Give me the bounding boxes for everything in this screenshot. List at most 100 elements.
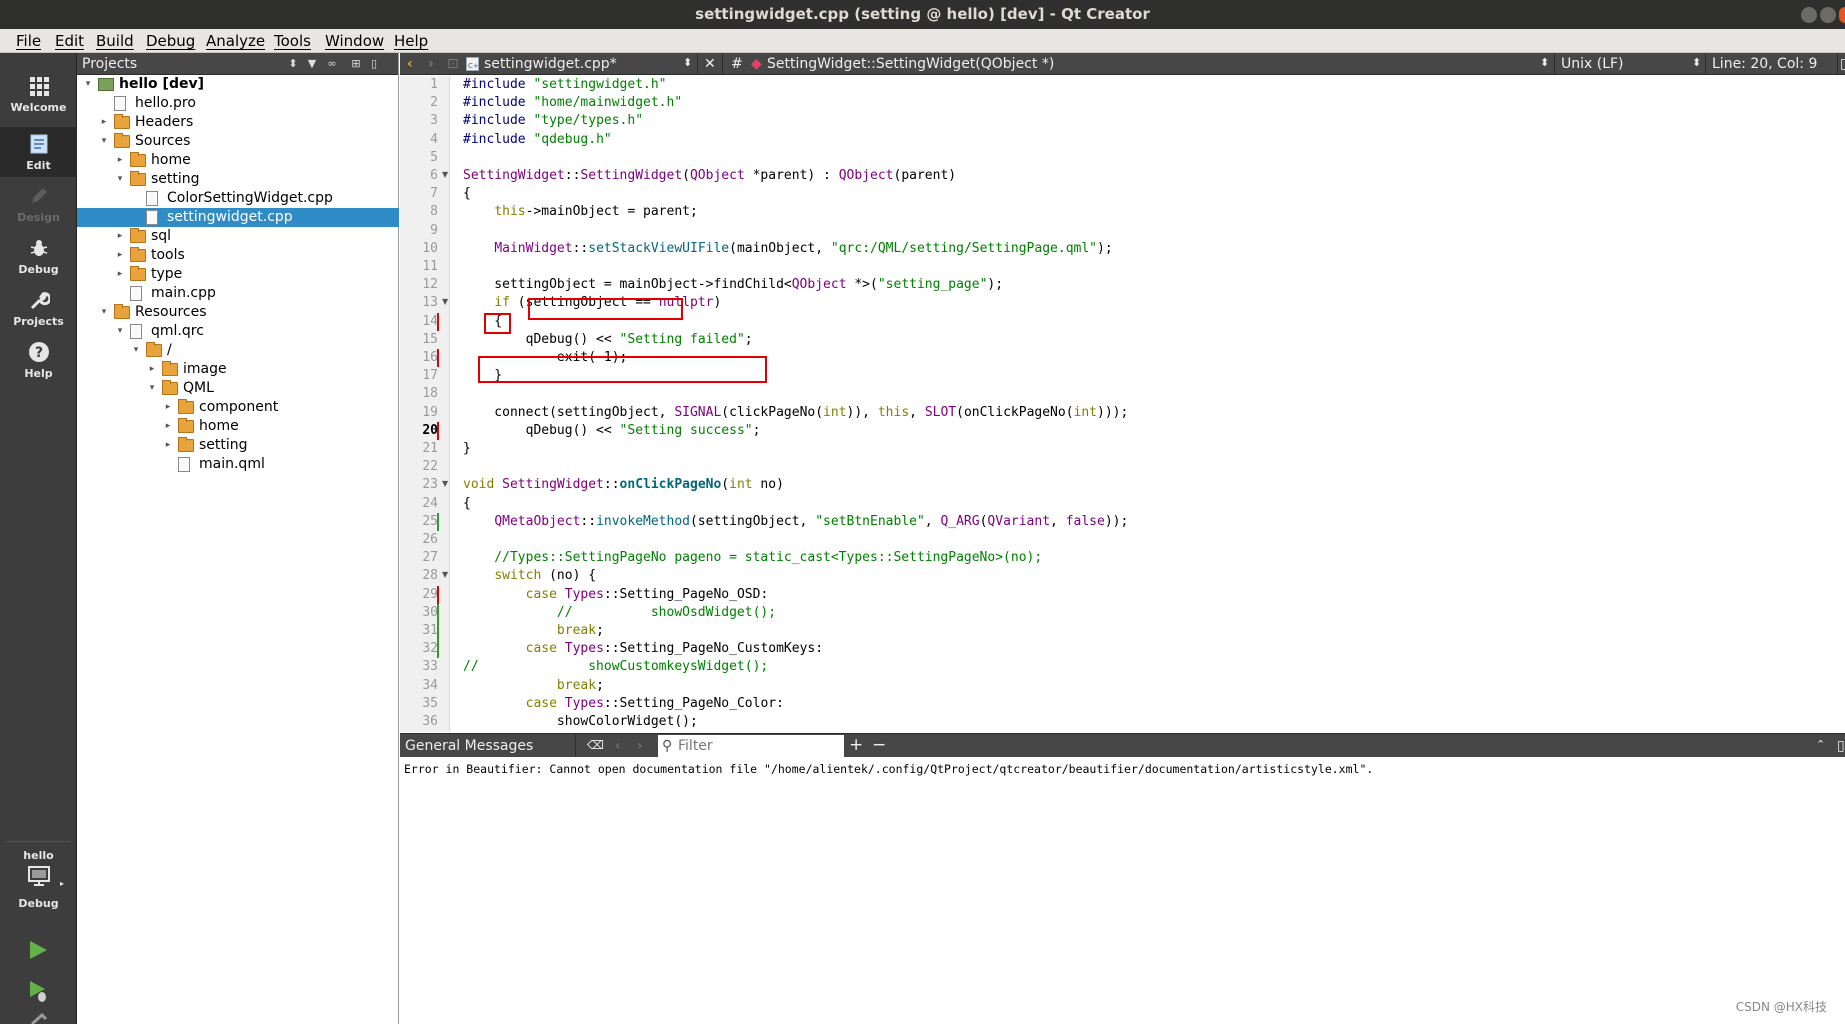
code-line[interactable]: { — [463, 495, 471, 513]
code-line[interactable]: MainWidget::setStackViewUIFile(mainObjec… — [463, 240, 1112, 258]
expand-arrow-icon[interactable]: ▸ — [147, 360, 157, 379]
mode-welcome[interactable]: Welcome — [0, 69, 77, 119]
expand-arrow-icon[interactable]: ▸ — [163, 417, 173, 436]
tree-item[interactable]: ▾ QML — [77, 379, 399, 398]
collapse-arrow-icon[interactable]: ▾ — [115, 322, 125, 341]
mode-help[interactable]: ? Help — [0, 335, 77, 385]
menu-help[interactable]: Help — [394, 32, 428, 50]
prev-item-icon[interactable]: ‹ — [615, 738, 621, 754]
tree-item[interactable]: ▸ home — [77, 151, 399, 170]
code-line[interactable]: // showOsdWidget(); — [463, 604, 776, 622]
code-line[interactable]: showColorWidget(); — [463, 713, 698, 731]
expand-arrow-icon[interactable]: ▸ — [115, 151, 125, 170]
code-line[interactable]: #include "qdebug.h" — [463, 131, 612, 149]
debug-run-button[interactable] — [27, 979, 49, 1003]
tree-item[interactable]: settingwidget.cpp — [77, 208, 399, 227]
code-line[interactable]: #include "settingwidget.h" — [463, 76, 667, 94]
code-line[interactable]: #include "type/types.h" — [463, 112, 643, 130]
output-pane-title[interactable]: General Messages — [405, 738, 533, 754]
fold-marker-icon[interactable]: ▼ — [442, 297, 448, 306]
tree-item[interactable]: ▸ setting — [77, 436, 399, 455]
expand-arrow-icon[interactable]: ▸ — [163, 398, 173, 417]
tree-item[interactable]: ▾ Resources — [77, 303, 399, 322]
tree-item[interactable]: main.cpp — [77, 284, 399, 303]
tree-item[interactable]: hello.pro — [77, 94, 399, 113]
code-line[interactable]: qDebug() << "Setting success"; — [463, 422, 761, 440]
menu-edit[interactable]: Edit — [55, 32, 84, 50]
code-line[interactable]: //Types::SettingPageNo pageno = static_c… — [463, 549, 1042, 567]
code-line[interactable]: void SettingWidget::onClickPageNo(int no… — [463, 476, 784, 494]
zoom-out-icon[interactable]: − — [872, 735, 886, 755]
tree-item[interactable]: ▸ Headers — [77, 113, 399, 132]
tree-item[interactable]: ▸ home — [77, 417, 399, 436]
tree-item[interactable]: ▾ setting — [77, 170, 399, 189]
code-line[interactable]: SettingWidget::SettingWidget(QObject *pa… — [463, 167, 956, 185]
tree-item[interactable]: ▸ type — [77, 265, 399, 284]
close-file-icon[interactable]: ✕ — [704, 56, 716, 72]
minimize-button[interactable] — [1801, 7, 1817, 23]
code-line[interactable]: settingObject = mainObject->findChild<QO… — [463, 276, 1003, 294]
expand-arrow-icon[interactable]: ▸ — [99, 113, 109, 132]
code-line[interactable]: } — [463, 440, 471, 458]
output-filter-input[interactable]: ⚲ Filter — [658, 735, 844, 757]
filter-icon[interactable]: ▼ — [305, 57, 319, 71]
menu-window[interactable]: Window — [325, 32, 384, 50]
tree-item[interactable]: ▸ tools — [77, 246, 399, 265]
line-ending-arrow-icon[interactable]: ⬍ — [1692, 56, 1701, 69]
next-item-icon[interactable]: › — [637, 738, 643, 754]
tree-item[interactable]: ▸ sql — [77, 227, 399, 246]
code-line[interactable]: case Types::Setting_PageNo_OSD: — [463, 586, 769, 604]
collapse-arrow-icon[interactable]: ▾ — [147, 379, 157, 398]
clear-output-icon[interactable]: ⌫ — [587, 738, 604, 752]
collapse-arrow-icon[interactable]: ▾ — [83, 75, 93, 94]
menu-analyze[interactable]: Analyze — [206, 32, 265, 50]
split-icon[interactable]: ⊞ — [349, 57, 363, 71]
code-line[interactable]: case Types::Setting_PageNo_Color: — [463, 695, 784, 713]
nav-forward-icon[interactable]: › — [428, 56, 434, 72]
code-editor[interactable]: 1 2 3 4 5 6 ▼ 7 8 9 10 11 12 13 ▼ 14 15 16 17 18 19 20 21 22 23 ▼… — [400, 76, 1845, 732]
split-editor-icon[interactable]: ▯ — [1840, 56, 1845, 72]
kit-selector[interactable]: ▸ Debug — [0, 863, 77, 915]
tree-item[interactable]: ▾ / — [77, 341, 399, 360]
line-ending-combo[interactable]: Unix (LF) — [1561, 56, 1624, 72]
code-line[interactable]: this->mainObject = parent; — [463, 203, 698, 221]
fold-marker-icon[interactable]: ▼ — [442, 479, 448, 488]
zoom-in-icon[interactable]: + — [849, 735, 863, 755]
link-icon[interactable]: ∞ — [325, 57, 339, 71]
menu-build[interactable]: Build — [96, 32, 134, 50]
tree-item[interactable]: ▾ qml.qrc — [77, 322, 399, 341]
fold-marker-icon[interactable]: ▼ — [442, 170, 448, 179]
code-line[interactable]: { — [463, 185, 471, 203]
mode-edit[interactable]: Edit — [0, 127, 77, 177]
cursor-position[interactable]: Line: 20, Col: 9 — [1712, 56, 1817, 72]
code-line[interactable]: #include "home/mainwidget.h" — [463, 94, 682, 112]
tree-item[interactable]: ColorSettingWidget.cpp — [77, 189, 399, 208]
tree-item[interactable]: ▸ component — [77, 398, 399, 417]
expand-arrow-icon[interactable]: ▸ — [115, 246, 125, 265]
expand-arrow-icon[interactable]: ▸ — [163, 436, 173, 455]
output-pane[interactable]: Error in Beautifier: Cannot open documen… — [400, 757, 1845, 1024]
maximize-pane-icon[interactable]: ⌃ — [1816, 738, 1825, 751]
line-number-gutter[interactable]: 1 2 3 4 5 6 ▼ 7 8 9 10 11 12 13 ▼ 14 15 16 17 18 19 20 21 22 23 ▼… — [400, 76, 450, 732]
code-line[interactable]: QMetaObject::invokeMethod(settingObject,… — [463, 513, 1128, 531]
close-button[interactable] — [1839, 7, 1845, 23]
code-line[interactable]: // showCustomkeysWidget(); — [463, 658, 768, 676]
close-panel-icon[interactable]: ▯ — [367, 57, 381, 71]
expand-arrow-icon[interactable]: ▸ — [115, 265, 125, 284]
run-button[interactable] — [27, 939, 49, 961]
symbol-combo-arrow-icon[interactable]: ⬍ — [1540, 56, 1549, 69]
code-line[interactable]: break; — [463, 622, 604, 640]
mode-projects[interactable]: Projects — [0, 283, 77, 333]
menu-tools[interactable]: Tools — [274, 32, 311, 50]
fold-marker-icon[interactable]: ▼ — [442, 570, 448, 579]
code-line[interactable]: case Types::Setting_PageNo_CustomKeys: — [463, 640, 823, 658]
build-button[interactable] — [30, 1013, 50, 1024]
expand-arrow-icon[interactable]: ▸ — [115, 227, 125, 246]
collapse-arrow-icon[interactable]: ▾ — [131, 341, 141, 360]
view-select-icon[interactable]: ⬍ — [286, 57, 300, 71]
collapse-arrow-icon[interactable]: ▾ — [99, 303, 109, 322]
mode-debug[interactable]: Debug — [0, 231, 77, 281]
nav-back-icon[interactable]: ‹ — [407, 56, 413, 72]
maximize-button[interactable] — [1820, 7, 1836, 23]
menu-debug[interactable]: Debug — [146, 32, 195, 50]
